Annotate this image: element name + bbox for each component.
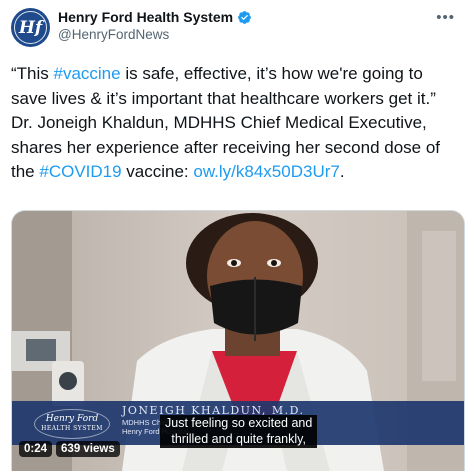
url-link[interactable]: ow.ly/k84x50D3Ur7 bbox=[193, 162, 339, 181]
video-caption: Just feeling so excited and thrilled and… bbox=[160, 415, 318, 448]
hashtag-covid19-link[interactable]: #COVID19 bbox=[39, 162, 121, 181]
lower-third-logo-line: HEALTH SYSTEM bbox=[41, 425, 103, 432]
tweet-text-part: vaccine: bbox=[121, 162, 194, 181]
tweet-text: “This #vaccine is safe, effective, it’s … bbox=[11, 62, 461, 185]
account-handle[interactable]: @HenryFordNews bbox=[58, 27, 169, 42]
caption-line: thrilled and quite frankly, bbox=[171, 431, 306, 446]
hashtag-vaccine-link[interactable]: #vaccine bbox=[54, 64, 121, 83]
caption-line: Just feeling so excited and bbox=[165, 416, 313, 430]
video-player[interactable]: Henry Ford HEALTH SYSTEM JONEIGH KHALDUN… bbox=[11, 210, 465, 471]
verified-badge-icon bbox=[238, 10, 251, 24]
video-badges: 0:24 639 views bbox=[19, 441, 120, 457]
lower-third-logo-line: Henry Ford bbox=[45, 414, 99, 424]
video-time-badge: 0:24 bbox=[19, 441, 53, 457]
account-name[interactable]: Henry Ford Health System bbox=[58, 9, 233, 25]
tweet-card: Hf Henry Ford Health System @HenryFordNe… bbox=[0, 0, 469, 471]
tweet-text-part: “This bbox=[11, 64, 54, 83]
tweet-text-part: . bbox=[339, 162, 345, 181]
account-name-row: Henry Ford Health System bbox=[58, 9, 252, 25]
avatar-logo-mark: Hf bbox=[18, 17, 43, 38]
video-views-badge: 639 views bbox=[56, 441, 120, 457]
lower-third-logo: Henry Ford HEALTH SYSTEM bbox=[34, 409, 110, 439]
avatar[interactable]: Hf bbox=[11, 8, 50, 47]
more-options-icon[interactable]: ••• bbox=[436, 9, 455, 26]
